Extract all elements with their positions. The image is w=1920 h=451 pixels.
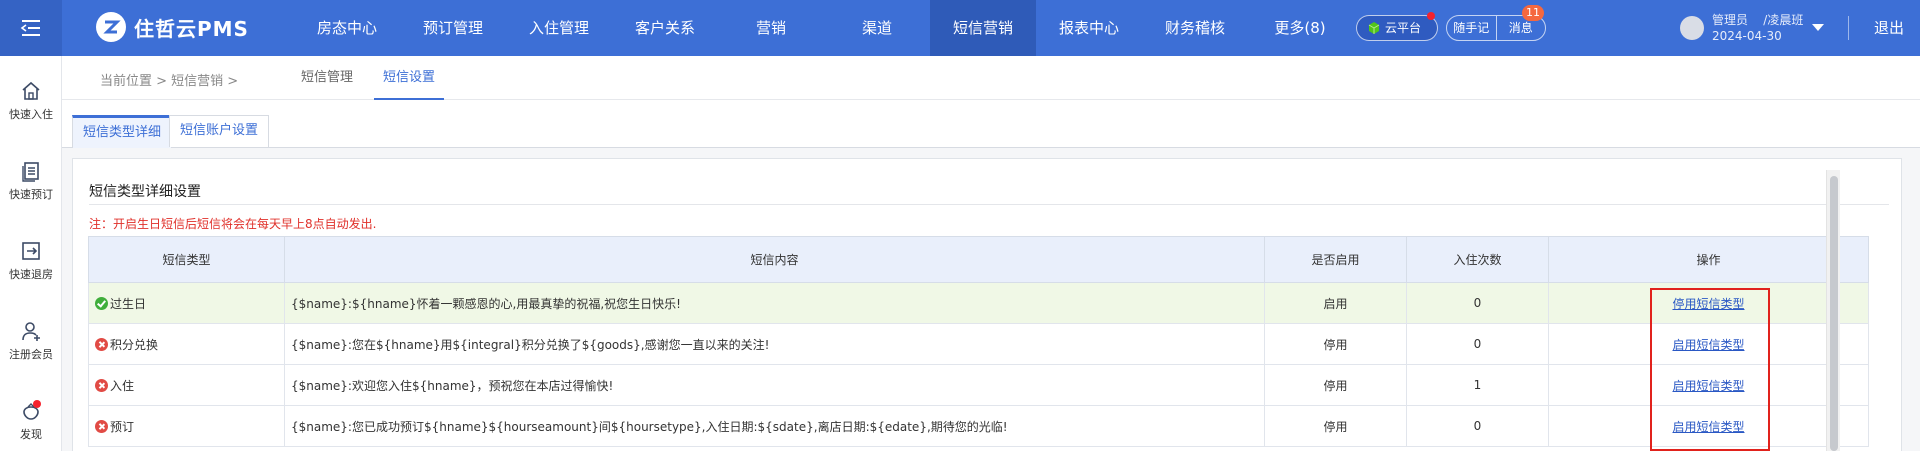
tab-sms-type-detail[interactable]: 短信类型详细 — [72, 115, 173, 148]
menu-icon — [20, 20, 40, 36]
nav-item-reports[interactable]: 报表中心 — [1036, 0, 1142, 56]
nav-item-customers[interactable]: 客户关系 — [612, 0, 718, 56]
tab-sms-account-settings[interactable]: 短信账户设置 — [169, 115, 270, 147]
panel-title: 短信类型详细设置 — [89, 184, 201, 200]
cloud-platform-button[interactable]: 云平台 — [1356, 12, 1438, 41]
birthday-note: 注：开启生日短信后短信将会在每天早上8点自动发出. — [89, 217, 377, 231]
enabled-cell: 启用 — [1264, 282, 1407, 324]
checkin-count-cell: 0 — [1406, 282, 1549, 324]
tab-sms-settings[interactable]: 短信设置 — [374, 56, 444, 100]
sms-type-cell: 过生日 — [88, 282, 285, 324]
user-date: 2024-04-30 — [1712, 29, 1782, 43]
sidebar-item-label: 快速预订 — [9, 188, 53, 201]
menu-toggle-button[interactable] — [0, 0, 62, 56]
enabled-cell: 停用 — [1264, 323, 1407, 365]
nav-item-channels[interactable]: 渠道 — [824, 0, 930, 56]
user-menu[interactable]: 管理员 /凌晨班 2024-04-30 — [1680, 12, 1803, 44]
x-circle-icon — [95, 337, 108, 351]
sidebar-item-register-member[interactable]: 注册会员 — [0, 320, 62, 362]
breadcrumb-bar: 当前位置 > 短信营销 > 短信管理 短信设置 — [62, 56, 1920, 100]
check-circle-icon — [95, 296, 108, 310]
sidebar-item-label: 快速入住 — [9, 108, 53, 121]
sms-type-name: 入住 — [110, 378, 135, 393]
sidebar-item-quick-booking[interactable]: 快速预订 — [0, 160, 62, 202]
sidebar-item-discover[interactable]: 发现 — [0, 400, 62, 442]
checkout-icon — [22, 242, 40, 260]
checkin-count-cell: 0 — [1406, 405, 1549, 447]
sms-content-cell: {$name}:欢迎您入住${hname}，预祝您在本店过得愉快! — [284, 364, 1265, 406]
sidebar-item-quick-checkin[interactable]: 快速入住 — [0, 80, 62, 122]
title-divider — [89, 204, 1889, 205]
cube-icon — [1368, 22, 1380, 34]
home-icon — [22, 81, 40, 100]
nav-item-sms-marketing[interactable]: 短信营销 — [930, 0, 1036, 56]
sms-type-cell: 入住 — [88, 364, 285, 406]
enabled-cell: 停用 — [1264, 364, 1407, 406]
notes-button[interactable]: 随手记 — [1447, 16, 1497, 40]
breadcrumb: 当前位置 > 短信营销 > — [100, 74, 239, 89]
top-bar: 住哲云PMS 房态中心 预订管理 入住管理 客户关系 营销 渠道 短信营销 报表… — [0, 0, 1920, 56]
table-row: 过生日 {$name}:${hname}怀着一颗感恩的心,用最真挚的祝福,祝您生… — [88, 282, 1869, 324]
main-nav: 房态中心 预订管理 入住管理 客户关系 营销 渠道 短信营销 报表中心 财务稽核… — [294, 0, 1352, 56]
x-circle-icon — [95, 378, 108, 392]
sidebar-item-label: 注册会员 — [9, 348, 53, 361]
checkin-count-cell: 1 — [1406, 364, 1549, 406]
sms-type-cell: 预订 — [88, 405, 285, 447]
sms-type-table: 短信类型 短信内容 是否启用 入住次数 操作 过生日 {$name}:${hna… — [88, 236, 1869, 447]
nav-item-marketing[interactable]: 营销 — [718, 0, 824, 56]
table-row: 预订 {$name}:您已成功预订${hname}${hourseamount}… — [88, 405, 1869, 447]
scrollbar-thumb[interactable] — [1830, 176, 1838, 451]
sms-type-name: 预订 — [110, 419, 135, 434]
header-divider — [1848, 16, 1849, 40]
chevron-down-icon[interactable] — [1812, 24, 1824, 31]
sidebar-item-label: 发现 — [20, 428, 42, 441]
nav-item-checkin[interactable]: 入住管理 — [506, 0, 612, 56]
checkin-count-cell: 0 — [1406, 323, 1549, 365]
sidebar-item-quick-checkout[interactable]: 快速退房 — [0, 240, 62, 282]
col-header-sms-content: 短信内容 — [284, 236, 1265, 283]
table-row: 积分兑换 {$name}:您在${hname}用${integral}积分兑换了… — [88, 323, 1869, 365]
col-header-checkin-count: 入住次数 — [1406, 236, 1549, 283]
sms-type-cell: 积分兑换 — [88, 323, 285, 365]
avatar — [1680, 16, 1704, 40]
col-header-actions: 操作 — [1548, 236, 1869, 283]
col-header-enabled: 是否启用 — [1264, 236, 1407, 283]
discover-icon — [23, 400, 41, 420]
notification-dot — [1427, 12, 1435, 20]
sms-content-cell: {$name}:您在${hname}用${integral}积分兑换了${goo… — [284, 323, 1265, 365]
col-header-sms-type: 短信类型 — [88, 236, 285, 283]
sms-content-cell: {$name}:您已成功预订${hname}${hourseamount}间${… — [284, 405, 1265, 447]
tab-sms-management[interactable]: 短信管理 — [292, 56, 362, 100]
user-role: 管理员 — [1712, 13, 1749, 27]
sms-content-cell: {$name}:${hname}怀着一颗感恩的心,用最真挚的祝福,祝您生日快乐! — [284, 282, 1265, 324]
table-header-row: 短信类型 短信内容 是否启用 入住次数 操作 — [88, 236, 1869, 283]
user-shift: /凌晨班 — [1763, 13, 1804, 27]
logo-icon — [96, 12, 126, 42]
nav-item-finance[interactable]: 财务稽核 — [1142, 0, 1248, 56]
settings-subtabs: 短信类型详细 短信账户设置 — [62, 100, 1920, 148]
enabled-cell: 停用 — [1264, 405, 1407, 447]
clipboard-icon — [22, 162, 39, 182]
brand-logo[interactable]: 住哲云PMS — [96, 12, 249, 42]
messages-count-badge: 11 — [1522, 5, 1544, 21]
sms-type-name: 过生日 — [110, 296, 147, 311]
sidebar-item-label: 快速退房 — [9, 268, 53, 281]
brand-name: 住哲云PMS — [134, 16, 249, 41]
user-info: 管理员 /凌晨班 2024-04-30 — [1712, 12, 1803, 44]
cloud-platform-label: 云平台 — [1385, 21, 1422, 35]
sms-type-name: 积分兑换 — [110, 337, 159, 352]
logout-button[interactable]: 退出 — [1874, 0, 1904, 56]
nav-item-more[interactable]: 更多(8) — [1248, 0, 1352, 56]
x-circle-icon — [95, 419, 108, 433]
nav-item-reservations[interactable]: 预订管理 — [400, 0, 506, 56]
nav-item-room-status[interactable]: 房态中心 — [294, 0, 400, 56]
table-row: 入住 {$name}:欢迎您入住${hname}，预祝您在本店过得愉快! 停用 … — [88, 364, 1869, 406]
action-highlight-box — [1650, 288, 1770, 451]
quick-sidebar: 快速入住 快速预订 快速退房 注册会员 发现 — [0, 56, 62, 451]
add-user-icon — [22, 322, 40, 341]
